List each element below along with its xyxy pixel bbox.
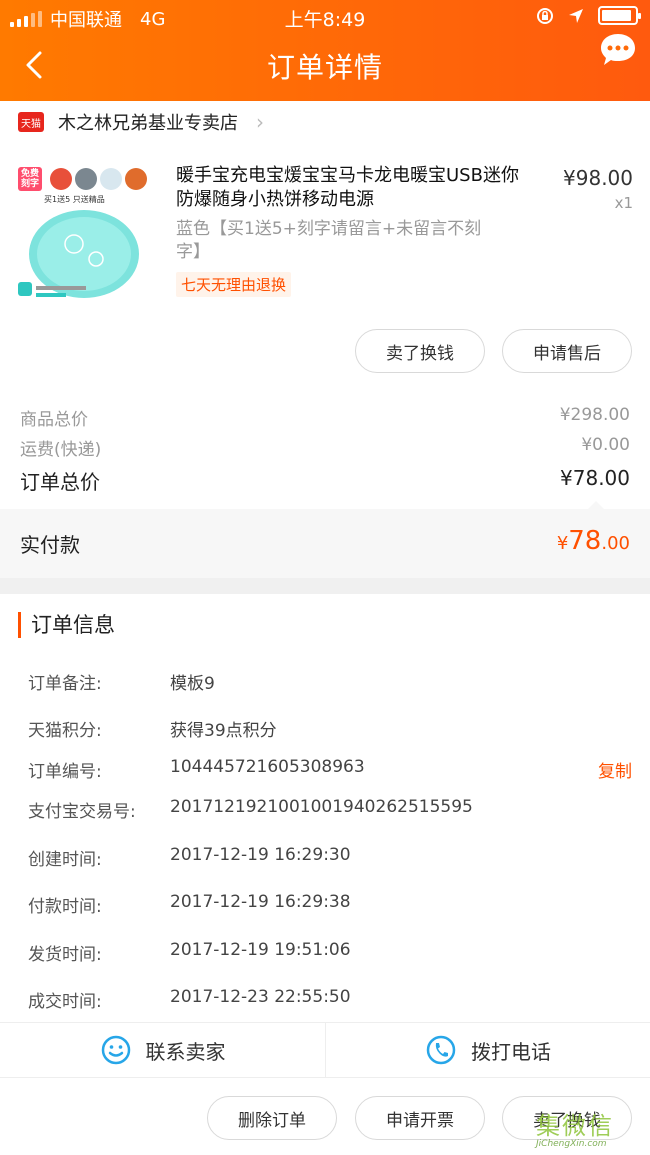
amount-paid-row: 实付款 ¥78.00 — [0, 501, 650, 578]
caret-up-icon — [588, 501, 604, 509]
order-total-label: 订单总价 — [20, 470, 100, 494]
thumb-promo-label: 买1送5 只送精品 — [44, 195, 105, 204]
product-price: ¥98.00 — [563, 166, 633, 190]
goods-total-value: ¥298.00 — [559, 405, 630, 425]
smile-chat-icon — [101, 1035, 130, 1065]
watermark: 集微信 JiChengXin.com — [536, 1112, 614, 1149]
shop-row[interactable]: 天猫 木之林兄弟基业专卖店 › — [0, 101, 650, 143]
bottom-action-bar: 删除订单 申请开票 卖了换钱 集微信 JiChengXin.com — [0, 1078, 650, 1155]
amount-paid-label: 实付款 — [20, 533, 80, 557]
info-row-alipay-trade: 支付宝交易号: 2017121921001001940262515595 — [28, 797, 473, 822]
battery-icon — [598, 6, 641, 25]
call-phone-label: 拨打电话 — [471, 1039, 551, 1064]
amount-paid-value: ¥78.00 — [556, 526, 630, 556]
order-total-row: 订单总价 ¥78.00 — [20, 466, 630, 495]
info-row-order-number: 订单编号: 104445721605308963 复制 — [28, 757, 632, 782]
order-info-title: 订单信息 — [18, 612, 115, 638]
product-item[interactable]: 免费刻字 买1送5 只送精品 暖手宝充电宝煖宝宝马卡龙电暖宝USB迷你防爆随身小… — [0, 150, 650, 320]
return-policy-tag: 七天无理由退换 — [176, 272, 292, 297]
goods-total-label: 商品总价 — [20, 410, 88, 430]
chevron-right-icon: › — [256, 110, 264, 134]
sell-for-cash-button[interactable]: 卖了换钱 — [355, 329, 485, 373]
contact-seller-label: 联系卖家 — [145, 1039, 226, 1064]
page-title: 订单详情 — [266, 51, 383, 84]
shipping-row: 运费(快递) ¥0.00 — [20, 435, 630, 460]
shop-name: 木之林兄弟基业专卖店 — [58, 113, 238, 134]
after-sale-button[interactable]: 申请售后 — [502, 329, 632, 373]
tmall-badge: 天猫 — [18, 112, 44, 132]
info-row-shipped: 发货时间: 2017-12-19 19:51:06 — [28, 940, 351, 965]
call-phone-button[interactable]: 拨打电话 — [325, 1023, 650, 1077]
contact-seller-button[interactable]: 联系卖家 — [0, 1023, 325, 1077]
shipping-value: ¥0.00 — [581, 435, 630, 455]
info-row-paid: 付款时间: 2017-12-19 16:29:38 — [28, 892, 351, 917]
section-divider — [0, 578, 650, 594]
copy-order-number-button[interactable]: 复制 — [598, 757, 632, 782]
order-total-value: ¥78.00 — [560, 466, 630, 490]
delete-order-button[interactable]: 删除订单 — [207, 1096, 337, 1140]
phone-icon — [426, 1035, 456, 1065]
info-row-points: 天猫积分: 获得39点积分 — [28, 721, 277, 741]
location-icon — [569, 8, 583, 23]
request-invoice-button[interactable]: 申请开票 — [355, 1096, 485, 1140]
product-quantity: x1 — [614, 194, 633, 212]
product-spec: 蓝色【买1送5+刻字请留言+未留言不刻字】 — [176, 219, 482, 262]
contact-bar: 联系卖家 拨打电话 — [0, 1022, 650, 1078]
rotation-lock-icon — [537, 7, 553, 24]
info-row-completed: 成交时间: 2017-12-23 22:55:50 — [28, 987, 351, 1012]
info-row-note: 订单备注: 模板9 — [28, 674, 215, 694]
product-thumbnail: 免费刻字 买1送5 只送精品 — [14, 164, 160, 310]
product-title: 暖手宝充电宝煖宝宝马卡龙电暖宝USB迷你防爆随身小热饼移动电源 — [176, 165, 519, 210]
status-bar: 中国联通 4G 上午8:49 — [0, 0, 650, 34]
info-row-created: 创建时间: 2017-12-19 16:29:30 — [28, 845, 351, 870]
goods-total-row: 商品总价 ¥298.00 — [20, 405, 630, 430]
message-icon[interactable] — [598, 30, 638, 70]
app-header: 中国联通 4G 上午8:49 订单详情 — [0, 0, 650, 101]
thumb-badge-label: 免费刻字 — [20, 169, 39, 189]
shipping-label: 运费(快递) — [20, 440, 102, 460]
